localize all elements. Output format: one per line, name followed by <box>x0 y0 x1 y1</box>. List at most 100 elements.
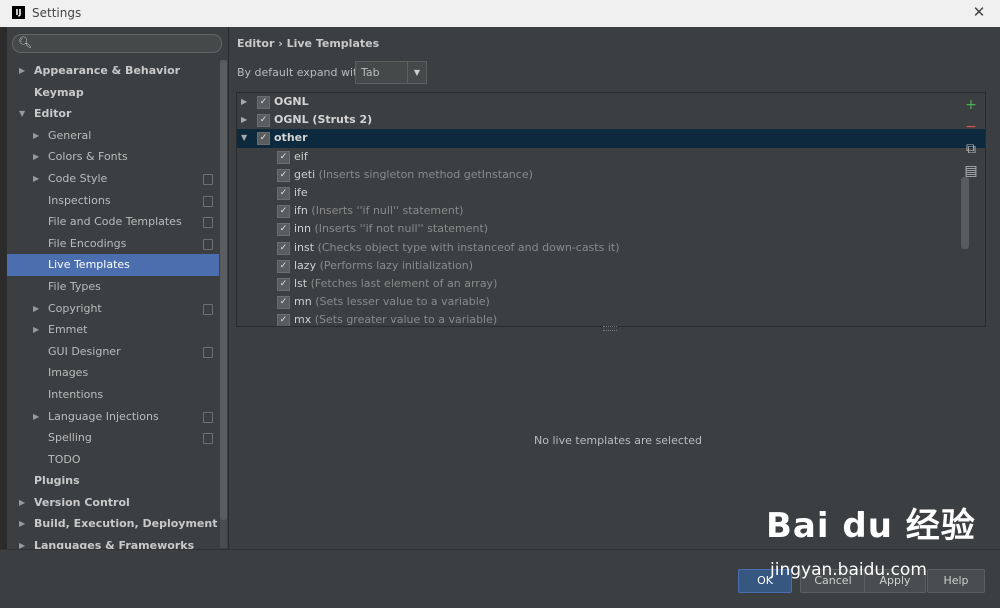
collapsed-arrow-icon[interactable]: ▶ <box>241 93 247 111</box>
search-icon: 🔍︎ <box>18 36 32 49</box>
template-row[interactable]: ✓ ife <box>237 184 985 202</box>
settings-nav-panel: 🔍︎ ▶ Appearance & Behavior Keymap ▼ Editor ▶ G… <box>7 27 229 552</box>
help-button[interactable]: Help <box>927 569 985 593</box>
template-checkbox[interactable]: ✓ <box>277 278 290 291</box>
template-name: OGNL <box>274 93 309 111</box>
template-checkbox[interactable]: ✓ <box>277 223 290 237</box>
sidebar-item-live-templates[interactable]: Live Templates <box>7 254 219 276</box>
sidebar-item-code-style[interactable]: ▶ Code Style <box>7 168 219 190</box>
collapsed-arrow-icon[interactable]: ▶ <box>33 146 39 168</box>
template-row[interactable]: ✓ mx (Sets greater value to a variable) <box>237 311 985 326</box>
template-name: eif <box>294 148 308 166</box>
sidebar-item-images[interactable]: Images <box>7 362 219 384</box>
templates-scrollbar[interactable] <box>961 177 969 249</box>
sidebar-item-general[interactable]: ▶ General <box>7 125 219 147</box>
template-checkbox[interactable]: ✓ <box>257 132 270 146</box>
sidebar-item-intentions[interactable]: Intentions <box>7 384 219 406</box>
template-description: (Fetches last element of an array) <box>310 277 498 290</box>
expanded-arrow-icon[interactable]: ▼ <box>241 129 247 147</box>
template-checkbox[interactable]: ✓ <box>277 205 290 219</box>
template-row[interactable]: ✓ geti (Inserts singleton method getInsta… <box>237 166 985 184</box>
collapsed-arrow-icon[interactable]: ▶ <box>19 492 25 514</box>
collapsed-arrow-icon[interactable]: ▶ <box>33 406 39 428</box>
watermark-logo: Bai du 经验 <box>766 506 976 546</box>
template-abbreviation: OGNL (Struts 2) <box>274 113 373 127</box>
edit-icon[interactable]: ▤ <box>963 163 979 179</box>
expanded-arrow-icon[interactable]: ▼ <box>19 103 25 125</box>
collapsed-arrow-icon[interactable]: ▶ <box>33 125 39 147</box>
close-icon[interactable]: ✕ <box>970 3 988 21</box>
template-row[interactable]: ✓ lst (Fetches last element of an array) <box>237 275 985 293</box>
sidebar-item-label: Plugins <box>34 474 80 488</box>
sidebar-item-label: Appearance & Behavior <box>34 64 181 77</box>
collapsed-arrow-icon[interactable]: ▶ <box>241 111 247 129</box>
sidebar-item-label: File Encodings <box>48 236 127 250</box>
collapsed-arrow-icon[interactable]: ▶ <box>19 513 25 535</box>
template-checkbox[interactable]: ✓ <box>277 241 290 255</box>
template-abbreviation: OGNL <box>274 95 309 108</box>
sidebar-item-colors-fonts[interactable]: ▶ Colors & Fonts <box>7 146 219 168</box>
template-checkbox[interactable]: ✓ <box>277 168 290 182</box>
sidebar-item-language-injections[interactable]: ▶ Language Injections <box>7 406 219 428</box>
template-checkbox[interactable]: ✓ <box>277 150 290 164</box>
collapsed-arrow-icon[interactable]: ▶ <box>33 298 39 320</box>
template-row[interactable]: ✓ inn (Inserts ''if not null'' statement) <box>237 220 985 238</box>
sidebar-item-label: General <box>48 128 92 142</box>
sidebar-item-file-types[interactable]: File Types <box>7 276 219 298</box>
template-row[interactable]: ✓ inst (Checks object type with instanceo… <box>237 239 985 257</box>
template-row[interactable]: ✓ mn (Sets lesser value to a variable) <box>237 293 985 311</box>
template-checkbox[interactable]: ✓ <box>277 314 290 326</box>
nav-scrollbar[interactable] <box>220 60 227 548</box>
sidebar-item-version-control[interactable]: ▶ Version Control <box>7 492 219 514</box>
copy-icon[interactable]: ⧉ <box>963 141 979 157</box>
live-templates-page: Editor › Live Templates By default expan… <box>229 27 1000 549</box>
sidebar-item-todo[interactable]: TODO <box>7 449 219 471</box>
template-checkbox[interactable]: ✓ <box>277 259 290 273</box>
template-checkbox[interactable]: ✓ <box>277 187 290 200</box>
template-row[interactable]: ✓ ifn (Inserts ''if null'' statement) <box>237 202 985 220</box>
template-row[interactable]: ✓ eif <box>237 148 985 166</box>
template-group-row[interactable]: ▶ ✓ OGNL <box>237 93 985 111</box>
sidebar-item-label: Keymap <box>34 85 84 99</box>
template-description: (Performs lazy initialization) <box>319 258 474 272</box>
sidebar-item-plugins[interactable]: Plugins <box>7 470 219 492</box>
template-checkbox[interactable]: ✓ <box>277 296 290 310</box>
sidebar-item-file-and-code-templates[interactable]: File and Code Templates <box>7 211 219 233</box>
sidebar-item-label: Code Style <box>48 171 108 185</box>
template-name: inst (Checks object type with instanceof… <box>294 239 620 257</box>
template-name: geti (Inserts singleton method getInstan… <box>294 166 533 184</box>
template-group-row[interactable]: ▶ ✓ OGNL (Struts 2) <box>237 111 985 129</box>
template-checkbox[interactable]: ✓ <box>257 96 270 109</box>
sidebar-item-build-execution-deployment[interactable]: ▶ Build, Execution, Deployment <box>7 513 219 535</box>
sidebar-item-emmet[interactable]: ▶ Emmet <box>7 319 219 341</box>
collapsed-arrow-icon[interactable]: ▶ <box>33 168 39 190</box>
sidebar-item-appearance-behavior[interactable]: ▶ Appearance & Behavior <box>7 60 219 82</box>
template-abbreviation: ife <box>294 186 308 199</box>
add-icon[interactable]: + <box>963 97 979 113</box>
project-scope-icon <box>203 303 213 315</box>
search-input[interactable]: 🔍︎ <box>12 34 222 53</box>
collapsed-arrow-icon[interactable]: ▶ <box>33 319 39 341</box>
template-row[interactable]: ✓ lazy (Performs lazy initialization) <box>237 257 985 275</box>
nav-scrollbar-thumb[interactable] <box>220 60 227 520</box>
sidebar-item-editor[interactable]: ▼ Editor <box>7 103 219 125</box>
sidebar-item-file-encodings[interactable]: File Encodings <box>7 233 219 255</box>
template-group-row[interactable]: ▼ ✓ other <box>237 129 985 148</box>
sidebar-item-gui-designer[interactable]: GUI Designer <box>7 341 219 363</box>
sidebar-item-label: Version Control <box>34 495 130 509</box>
template-abbreviation: lst <box>294 277 308 290</box>
sidebar-item-inspections[interactable]: Inspections <box>7 190 219 212</box>
template-name: ife <box>294 184 308 202</box>
splitter-handle[interactable] <box>603 326 617 331</box>
sidebar-item-keymap[interactable]: Keymap <box>7 82 219 104</box>
sidebar-item-spelling[interactable]: Spelling <box>7 427 219 449</box>
collapsed-arrow-icon[interactable]: ▶ <box>19 60 25 82</box>
expand-with-select[interactable]: Tab ▼ <box>355 61 427 84</box>
template-checkbox[interactable]: ✓ <box>257 114 270 128</box>
sidebar-item-copyright[interactable]: ▶ Copyright <box>7 298 219 320</box>
chevron-down-icon[interactable]: ▼ <box>407 62 426 83</box>
sidebar-item-label: GUI Designer <box>48 344 121 358</box>
sidebar-item-label: File and Code Templates <box>48 215 182 229</box>
remove-icon[interactable]: − <box>963 119 979 135</box>
sidebar-item-label: Intentions <box>48 387 104 401</box>
